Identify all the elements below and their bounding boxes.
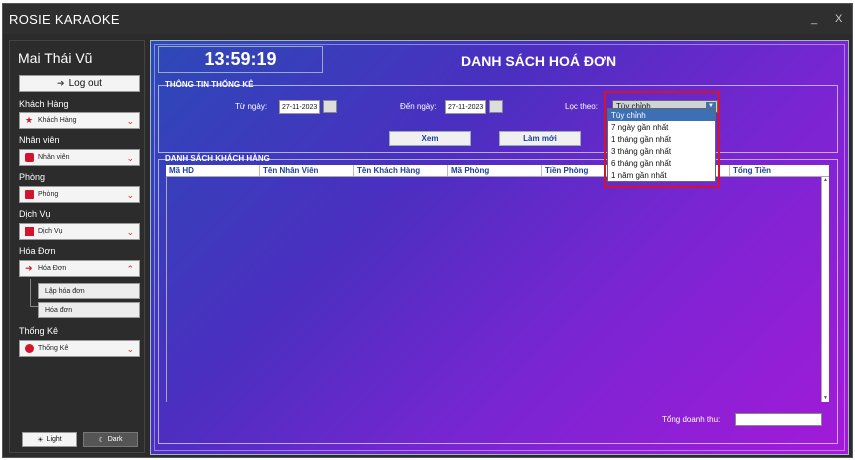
dropdown-option[interactable]: Tùy chỉnh: [608, 109, 715, 121]
col-total[interactable]: Tổng Tiền: [730, 165, 829, 176]
filter-dropdown-list[interactable]: Tùy chỉnh 7 ngày gần nhất 1 tháng gần nh…: [607, 108, 716, 182]
invoice-combo[interactable]: ➜ Hóa Đơn ⌃: [19, 260, 140, 277]
clock: 13:59:19: [158, 46, 323, 73]
room-icon: [25, 190, 34, 199]
logout-label: Log out: [68, 78, 102, 89]
col-room-id[interactable]: Mã Phòng: [448, 165, 542, 176]
moon-icon: ☾: [98, 436, 105, 444]
dropdown-option[interactable]: 1 năm gần nhất: [608, 169, 715, 181]
to-date-label: Đến ngày:: [400, 102, 437, 111]
to-calendar-button[interactable]: [489, 100, 503, 113]
chevron-down-icon: ⌄: [126, 190, 134, 200]
section-heading-room: Phòng: [19, 172, 46, 182]
table-header: Mã HD Tên Nhân Viên Tên Khách Hàng Mã Ph…: [166, 165, 829, 177]
app-window: ROSIE KARAOKE _ X Mai Thái Vũ ➜ Log out …: [2, 3, 853, 458]
from-calendar-button[interactable]: [323, 100, 337, 113]
col-customer-name[interactable]: Tên Khách Hàng: [354, 165, 448, 176]
from-date-label: Từ ngày:: [235, 102, 268, 111]
dropdown-option[interactable]: 6 tháng gần nhất: [608, 157, 715, 169]
from-date-field[interactable]: 27-11-2023: [279, 100, 320, 114]
service-icon: [25, 227, 34, 236]
stats-group: THÔNG TIN THỐNG KÊ: [158, 80, 838, 153]
chevron-down-icon: ⌄: [126, 153, 134, 163]
service-combo[interactable]: Dịch Vụ ⌄: [19, 223, 140, 240]
dark-theme-label: Dark: [107, 436, 123, 443]
logout-button[interactable]: ➜ Log out: [19, 75, 140, 92]
dropdown-option[interactable]: 1 tháng gần nhất: [608, 133, 715, 145]
app-title: ROSIE KARAOKE: [9, 12, 120, 27]
employee-combo-label: Nhân viên: [38, 154, 70, 161]
invoice-icon: ➜: [25, 263, 33, 273]
to-date-field[interactable]: 27-11-2023: [445, 100, 486, 114]
minimize-button[interactable]: _: [811, 13, 817, 25]
refresh-button[interactable]: Làm mới: [499, 131, 581, 146]
vertical-scrollbar[interactable]: ▲ ▼: [821, 177, 829, 402]
dropdown-option[interactable]: 3 tháng gần nhất: [608, 145, 715, 157]
chevron-down-icon: ⌄: [126, 227, 134, 237]
section-heading-invoice: Hóa Đơn: [19, 246, 56, 256]
logout-icon: ➜: [57, 78, 65, 88]
light-theme-button[interactable]: ☀ Light: [22, 432, 77, 447]
scroll-down-icon[interactable]: ▼: [822, 395, 829, 402]
stats-combo-label: Thống Kê: [38, 345, 69, 352]
service-combo-label: Dịch Vụ: [38, 228, 63, 235]
customer-combo[interactable]: ★ Khách Hàng ⌄: [19, 112, 140, 129]
customer-combo-label: Khách Hàng: [38, 117, 77, 124]
main-panel: 13:59:19 DANH SÁCH HOÁ ĐƠN THÔNG TIN THỐ…: [150, 40, 849, 455]
chart-icon: [25, 344, 34, 353]
star-icon: ★: [25, 115, 34, 125]
scroll-up-icon[interactable]: ▲: [822, 177, 829, 184]
stats-group-title: THÔNG TIN THỐNG KÊ: [165, 80, 254, 89]
user-name: Mai Thái Vũ: [18, 50, 93, 66]
employee-icon: [25, 153, 34, 162]
section-heading-customer: Khách Hàng: [19, 99, 69, 109]
invoice-list-button[interactable]: Hóa đơn: [38, 302, 140, 318]
tree-connector: [30, 279, 38, 307]
close-button[interactable]: X: [835, 13, 842, 25]
col-invoice-id[interactable]: Mã HD: [166, 165, 260, 176]
invoice-table-body[interactable]: ▲ ▼: [166, 177, 829, 402]
dark-theme-button[interactable]: ☾ Dark: [83, 432, 138, 447]
invoice-combo-label: Hóa Đơn: [38, 265, 67, 272]
section-heading-service: Dịch Vụ: [19, 209, 51, 219]
total-revenue-label: Tổng doanh thu:: [662, 415, 721, 424]
light-theme-label: Light: [46, 436, 62, 443]
page-title: DANH SÁCH HOÁ ĐƠN: [461, 53, 617, 69]
sidebar: Mai Thái Vũ ➜ Log out Khách Hàng ★ Khách…: [9, 40, 145, 453]
stats-combo[interactable]: Thống Kê ⌄: [19, 340, 140, 357]
filter-label: Lọc theo:: [565, 102, 598, 111]
room-combo-label: Phòng: [38, 191, 59, 198]
room-combo[interactable]: Phòng ⌄: [19, 186, 140, 203]
employee-combo[interactable]: Nhân viên ⌄: [19, 149, 140, 166]
chevron-down-icon: ⌄: [126, 344, 134, 354]
col-employee-name[interactable]: Tên Nhân Viên: [260, 165, 354, 176]
title-bar: ROSIE KARAOKE _ X: [3, 4, 852, 34]
total-revenue-field[interactable]: [735, 413, 822, 426]
chevron-down-icon: ⌄: [126, 116, 134, 126]
dropdown-option[interactable]: 7 ngày gần nhất: [608, 121, 715, 133]
list-group-title: DANH SÁCH KHÁCH HÀNG: [165, 154, 270, 163]
create-invoice-button[interactable]: Lập hóa đơn: [38, 283, 140, 299]
chevron-up-icon: ⌃: [126, 264, 134, 274]
section-heading-employee: Nhân viên: [19, 135, 60, 145]
sun-icon: ☀: [37, 436, 44, 444]
view-button[interactable]: Xem: [389, 131, 471, 146]
section-heading-stats: Thống Kê: [19, 326, 59, 336]
